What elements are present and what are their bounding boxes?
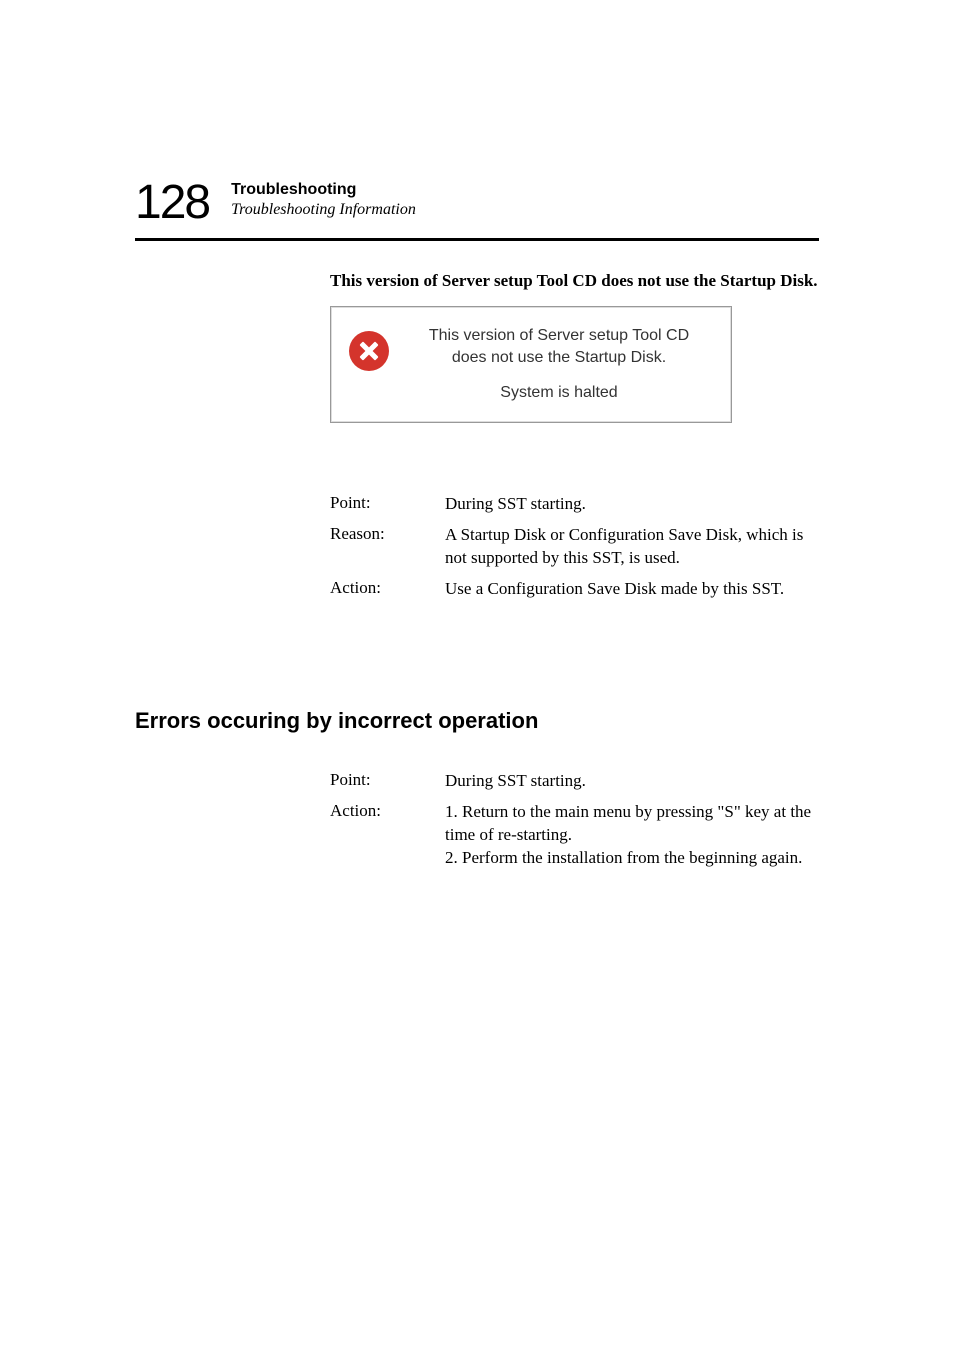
info-table-2: Point: During SST starting. Action: 1. R… bbox=[330, 770, 820, 870]
dialog-line-1: This version of Server setup Tool CD bbox=[409, 325, 709, 347]
row-value: 1. Return to the main menu by pressing "… bbox=[445, 801, 820, 870]
row-label: Point: bbox=[330, 770, 445, 793]
row-value: During SST starting. bbox=[445, 493, 820, 516]
header-text-block: Troubleshooting Troubleshooting Informat… bbox=[231, 181, 416, 219]
row-label: Action: bbox=[330, 801, 445, 870]
error-dialog: This version of Server setup Tool CD doe… bbox=[330, 306, 732, 423]
error-x-icon bbox=[349, 331, 389, 371]
table-row: Reason: A Startup Disk or Configuration … bbox=[330, 524, 820, 570]
row-value: A Startup Disk or Configuration Save Dis… bbox=[445, 524, 820, 570]
row-value: Use a Configuration Save Disk made by th… bbox=[445, 578, 820, 601]
header-subtitle: Troubleshooting Information bbox=[231, 201, 416, 219]
section-2-content: Point: During SST starting. Action: 1. R… bbox=[330, 770, 820, 878]
page-header: 128 Troubleshooting Troubleshooting Info… bbox=[135, 175, 819, 241]
section-1-content: This version of Server setup Tool CD doe… bbox=[330, 270, 820, 609]
table-row: Point: During SST starting. bbox=[330, 770, 820, 793]
dialog-message: This version of Server setup Tool CD doe… bbox=[409, 325, 709, 404]
row-value: During SST starting. bbox=[445, 770, 820, 793]
row-label: Point: bbox=[330, 493, 445, 516]
table-row: Action: 1. Return to the main menu by pr… bbox=[330, 801, 820, 870]
row-label: Reason: bbox=[330, 524, 445, 570]
section-2-heading: Errors occuring by incorrect operation bbox=[135, 708, 538, 734]
row-label: Action: bbox=[330, 578, 445, 601]
table-row: Action: Use a Configuration Save Disk ma… bbox=[330, 578, 820, 601]
header-title: Troubleshooting bbox=[231, 181, 416, 199]
dialog-line-2: does not use the Startup Disk. bbox=[409, 347, 709, 369]
section-1-intro: This version of Server setup Tool CD doe… bbox=[330, 270, 820, 292]
table-row: Point: During SST starting. bbox=[330, 493, 820, 516]
info-table-1: Point: During SST starting. Reason: A St… bbox=[330, 493, 820, 601]
header-divider bbox=[135, 238, 819, 241]
page-number: 128 bbox=[135, 175, 209, 230]
dialog-line-3: System is halted bbox=[409, 382, 709, 404]
